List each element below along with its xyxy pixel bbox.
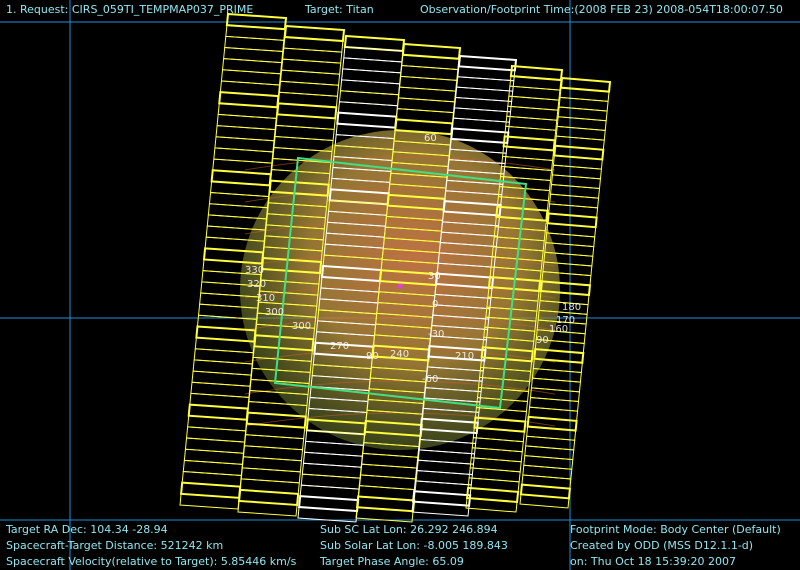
lon-label-right-1: 180 — [562, 302, 582, 313]
lon-label-left-3: 310 — [256, 293, 276, 304]
grid-label-8: -30 — [428, 329, 445, 340]
lon-label-left-2: 320 — [247, 279, 267, 290]
target-ra-dec: Target RA Dec: 104.34 -28.94 — [6, 523, 168, 536]
created-by: Created by ODD (MSS D12.1.1-d) — [570, 539, 754, 552]
grid-label-6: 30 — [428, 271, 441, 282]
footprint-cell — [237, 500, 298, 517]
footprint-plot — [0, 0, 800, 570]
magenta-dot-icon — [397, 283, 403, 289]
request-label: 1. Request: CIRS_059TI_TEMPMAP037_PRIME — [6, 3, 254, 16]
grid-label-9: -60 — [422, 374, 439, 385]
observation-time-label: Observation/Footprint Time:(2008 FEB 23)… — [420, 3, 783, 16]
footprint-cell — [411, 501, 470, 517]
target-phase-angle: Target Phase Angle: 65.09 — [320, 555, 464, 568]
grid-label-7: 0 — [432, 299, 439, 310]
footprint-mode: Footprint Mode: Body Center (Default) — [570, 523, 781, 536]
spacecraft-target-distance: Spacecraft-Target Distance: 521242 km — [6, 539, 224, 552]
footprint-viewport[interactable]: 330 320 310 300 180 170 160 90 300 270 2… — [0, 0, 800, 570]
spacecraft-velocity: Spacecraft Velocity(relative to Target):… — [6, 555, 297, 568]
grid-label-2: 270 — [330, 341, 350, 352]
sub-solar-lat-lon: Sub Solar Lat Lon: -8.005 189.843 — [320, 539, 508, 552]
grid-label-1: 300 — [292, 321, 312, 332]
grid-label-4: 210 — [455, 351, 475, 362]
target-label: Target: Titan — [305, 3, 374, 16]
created-on: on: Thu Oct 18 15:39:20 2007 — [570, 555, 736, 568]
footprint-cell — [519, 493, 570, 509]
lon-label-right-4: 90 — [536, 335, 549, 346]
footprint-cell — [465, 497, 518, 513]
footprint-cell — [179, 493, 240, 510]
grid-label-3: 240 — [390, 349, 410, 360]
lon-label-right-3: 160 — [549, 324, 569, 335]
lon-label-left-4: 300 — [265, 307, 285, 318]
grid-label-5: 60 — [424, 133, 437, 144]
lon-label-left-1: 330 — [245, 265, 265, 276]
grid-label-10: 90 — [366, 351, 379, 362]
sub-sc-lat-lon: Sub SC Lat Lon: 26.292 246.894 — [320, 523, 498, 536]
